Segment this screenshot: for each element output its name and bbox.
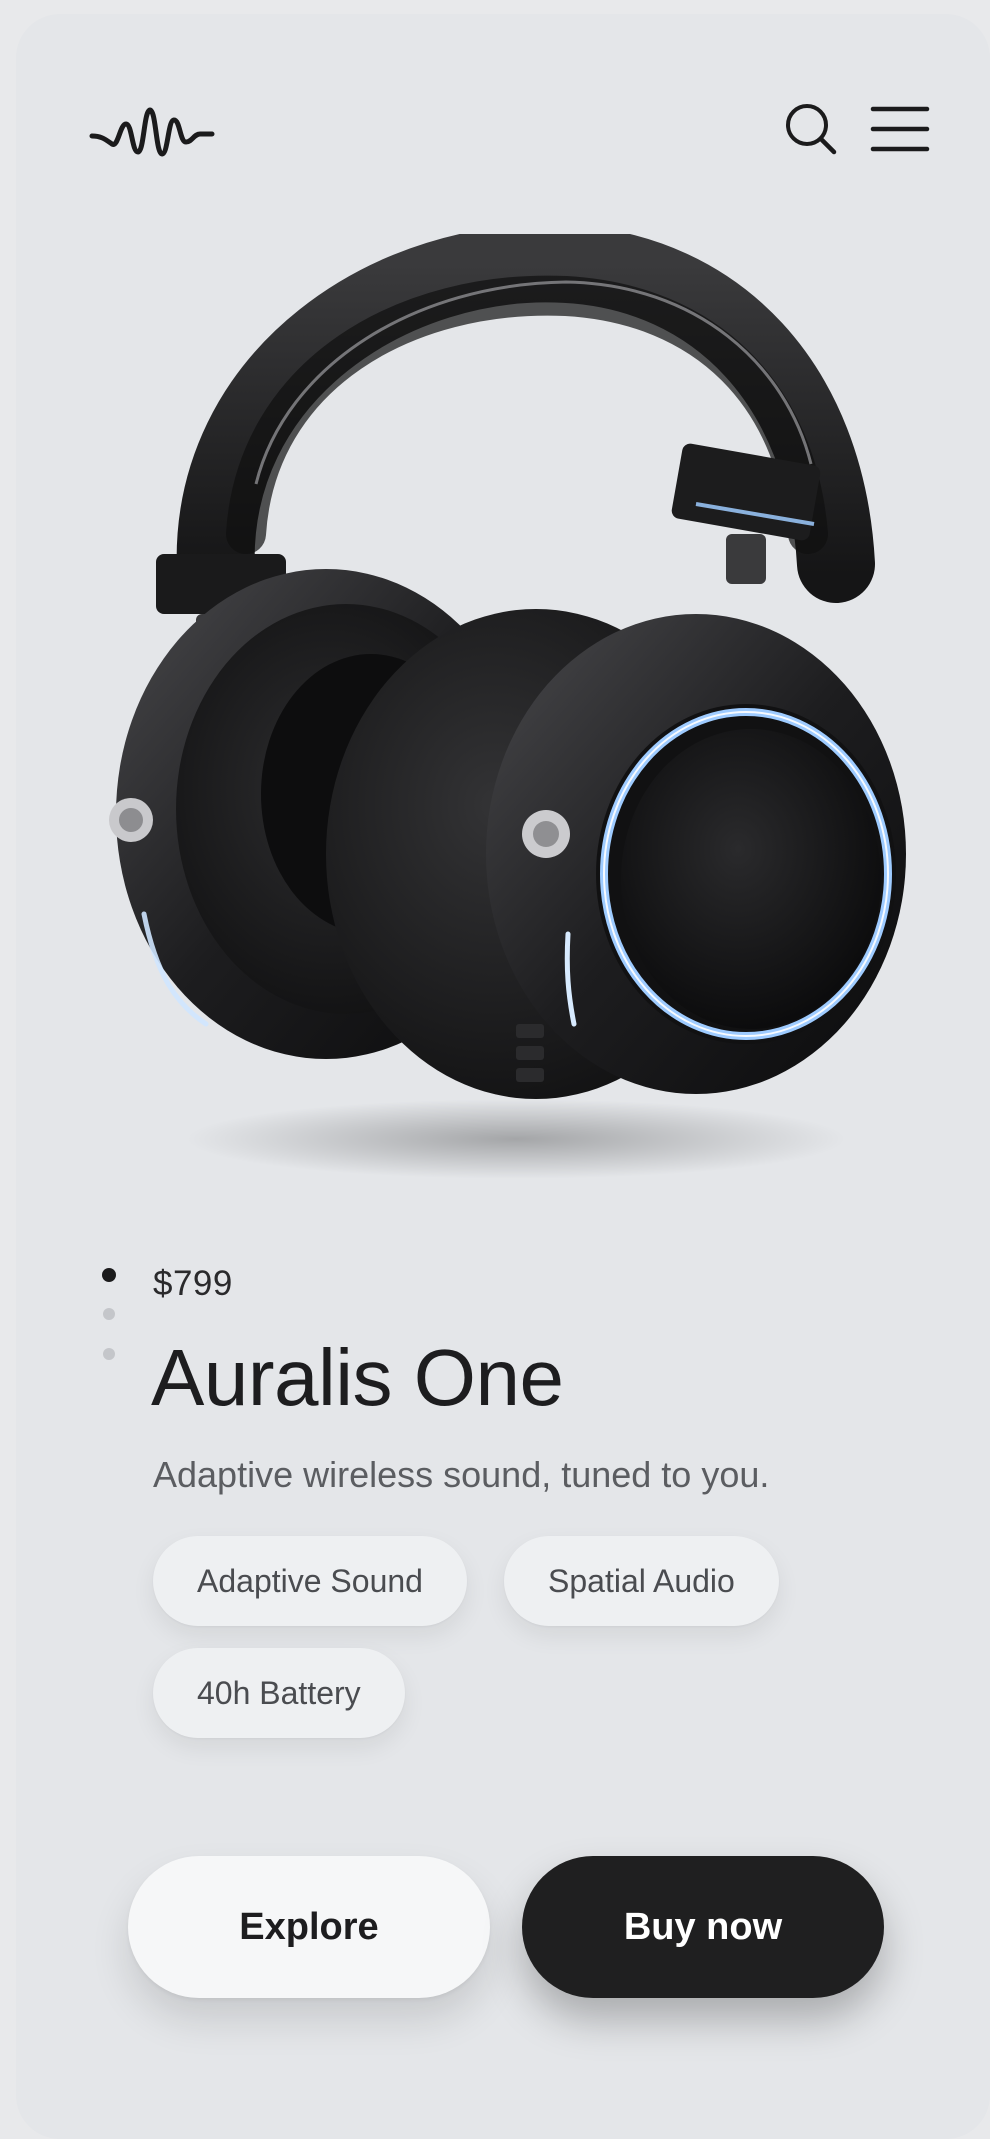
menu-button[interactable] [862, 93, 938, 165]
pagination-dot[interactable] [103, 1308, 115, 1320]
waveform-logo-icon[interactable] [88, 94, 218, 164]
product-tagline: Adaptive wireless sound, tuned to you. [153, 1454, 770, 1495]
feature-chip[interactable]: Spatial Audio [504, 1536, 779, 1626]
app-screen: $799 Auralis One Adaptive wireless sound… [16, 14, 990, 2139]
feature-chip[interactable]: Adaptive Sound [153, 1536, 467, 1626]
hamburger-menu-icon [870, 106, 930, 152]
search-icon [786, 104, 837, 155]
feature-chip[interactable]: 40h Battery [153, 1648, 405, 1738]
pagination-dot-active[interactable] [102, 1268, 116, 1282]
explore-button[interactable]: Explore [128, 1856, 490, 1998]
carousel-pagination [88, 1264, 128, 1384]
pagination-dot[interactable] [103, 1348, 115, 1360]
product-hero-image [96, 224, 956, 1194]
search-button[interactable] [775, 93, 847, 165]
buy-now-button[interactable]: Buy now [522, 1856, 884, 1998]
product-price: $799 [153, 1264, 233, 1303]
product-name: Auralis One [151, 1333, 564, 1422]
